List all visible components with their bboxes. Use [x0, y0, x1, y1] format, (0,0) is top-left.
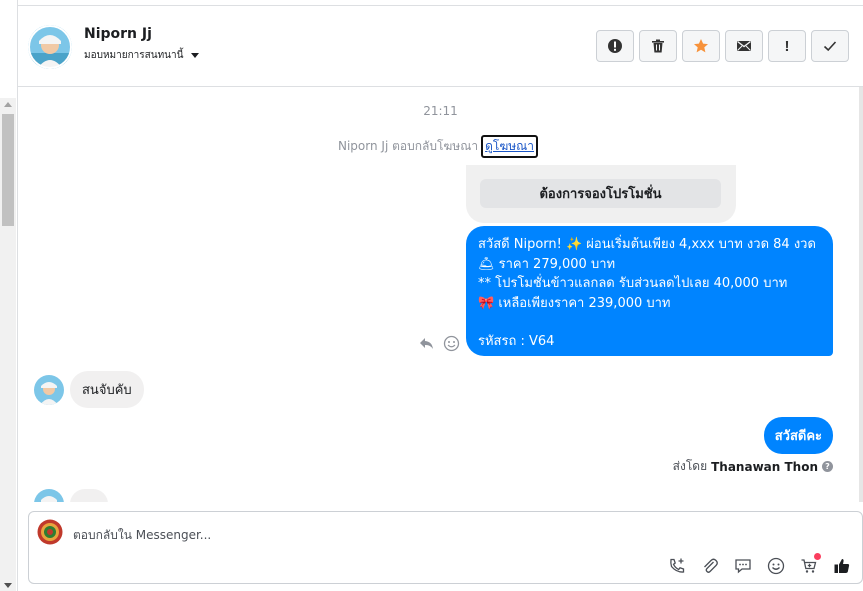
trash-icon — [652, 39, 664, 53]
page-avatar — [37, 519, 63, 545]
reply-icon[interactable] — [418, 335, 435, 352]
notification-dot — [814, 553, 821, 560]
like-button[interactable] — [830, 555, 854, 577]
react-emoji-icon[interactable] — [443, 335, 460, 352]
scroll-down-icon[interactable] — [4, 583, 12, 588]
sent-by-prefix: ส่งโดย — [672, 459, 708, 473]
mark-unread-button[interactable] — [725, 30, 763, 62]
incoming-message-bubble[interactable]: สนจับคับ — [70, 371, 144, 408]
help-icon[interactable]: ? — [822, 461, 833, 472]
promo-blank-line — [478, 313, 821, 332]
envelope-icon — [737, 40, 751, 51]
view-ad-link[interactable]: ดูโฆษณา — [481, 135, 539, 158]
follow-up-button[interactable]: ! — [768, 30, 806, 62]
spam-button[interactable] — [596, 30, 634, 62]
attach-icon — [704, 558, 718, 573]
like-icon — [834, 559, 850, 573]
message-tools — [418, 335, 460, 352]
ad-reply-prefix: Niporn Jj ตอบกลับโฆษณา — [338, 139, 479, 153]
scroll-up-icon[interactable] — [4, 102, 12, 107]
chevron-down-icon — [191, 53, 200, 58]
promo-message-bubble[interactable]: สวัสดี Niporn! ✨ ผ่อนเริ่มต้นเพียง 4,xxx… — [466, 226, 833, 356]
message-thread[interactable]: 21:11 Niporn Jj ตอบกลับโฆษณา ดูโฆษณา ต้อ… — [18, 87, 863, 502]
exclamation-icon: ! — [784, 37, 790, 55]
shop-button[interactable] — [797, 553, 821, 577]
message-composer[interactable]: ตอบกลับใน Messenger... — [28, 511, 863, 584]
incoming-message-row — [34, 489, 108, 502]
saved-reply-button[interactable] — [731, 555, 755, 577]
ad-cta-button[interactable]: ต้องการจองโปรโมชั่น — [480, 179, 721, 208]
contact-name[interactable]: Niporn Jj — [84, 26, 152, 42]
ad-card: ต้องการจองโปรโมชั่น — [466, 165, 736, 223]
incoming-message-row: สนจับคับ — [34, 371, 144, 408]
star-button[interactable] — [682, 30, 720, 62]
outgoing-message-bubble[interactable]: สวัสดีคะ — [763, 417, 833, 454]
sent-by-note: ส่งโดย Thanawan Thon ? — [673, 457, 833, 476]
promo-line-1: สวัสดี Niporn! ✨ ผ่อนเริ่มต้นเพียง 4,xxx… — [478, 237, 816, 252]
promo-line-4: 🎀 เหลือเพียงราคา 239,000 บาท — [478, 295, 671, 311]
incoming-message-bubble[interactable] — [70, 489, 108, 502]
promo-line-5: รหัสรถ : V64 — [478, 334, 555, 349]
add-call-button[interactable] — [665, 555, 689, 577]
sent-by-name: Thanawan Thon — [711, 459, 818, 474]
contact-avatar-small — [34, 374, 64, 405]
saved-reply-icon — [735, 559, 751, 574]
assign-label: มอบหมายการสนทนานี้ — [84, 50, 184, 61]
message-timestamp: 21:11 — [423, 104, 458, 118]
attach-button[interactable] — [698, 555, 722, 577]
reply-input[interactable]: ตอบกลับใน Messenger... — [73, 526, 211, 545]
thread-scrollbar[interactable] — [859, 87, 863, 502]
ad-reply-note: Niporn Jj ตอบกลับโฆษณา ดูโฆษณา — [338, 135, 539, 158]
conversation-header: Niporn Jj มอบหมายการสนทนานี้ ! — [18, 6, 863, 87]
header-actions: ! — [596, 30, 849, 62]
composer-tools — [665, 553, 854, 577]
add-call-icon — [670, 558, 685, 573]
star-icon — [694, 39, 708, 53]
promo-line-2: 🛎 ราคา 279,000 บาท — [478, 256, 616, 272]
alert-circle-icon — [608, 39, 622, 53]
page-scrollbar[interactable] — [0, 98, 16, 591]
promo-line-3: ** โปรโมชั่นข้าวแลกลด รับส่วนลดไปเลย 40,… — [478, 276, 788, 291]
delete-button[interactable] — [639, 30, 677, 62]
check-icon — [823, 41, 837, 52]
emoji-icon — [767, 557, 785, 575]
assign-conversation-dropdown[interactable]: มอบหมายการสนทนานี้ — [84, 48, 200, 63]
contact-avatar[interactable] — [28, 25, 72, 69]
contact-avatar-small — [34, 489, 64, 502]
scrollbar-thumb[interactable] — [2, 114, 14, 226]
mark-done-button[interactable] — [811, 30, 849, 62]
emoji-button[interactable] — [764, 555, 788, 577]
